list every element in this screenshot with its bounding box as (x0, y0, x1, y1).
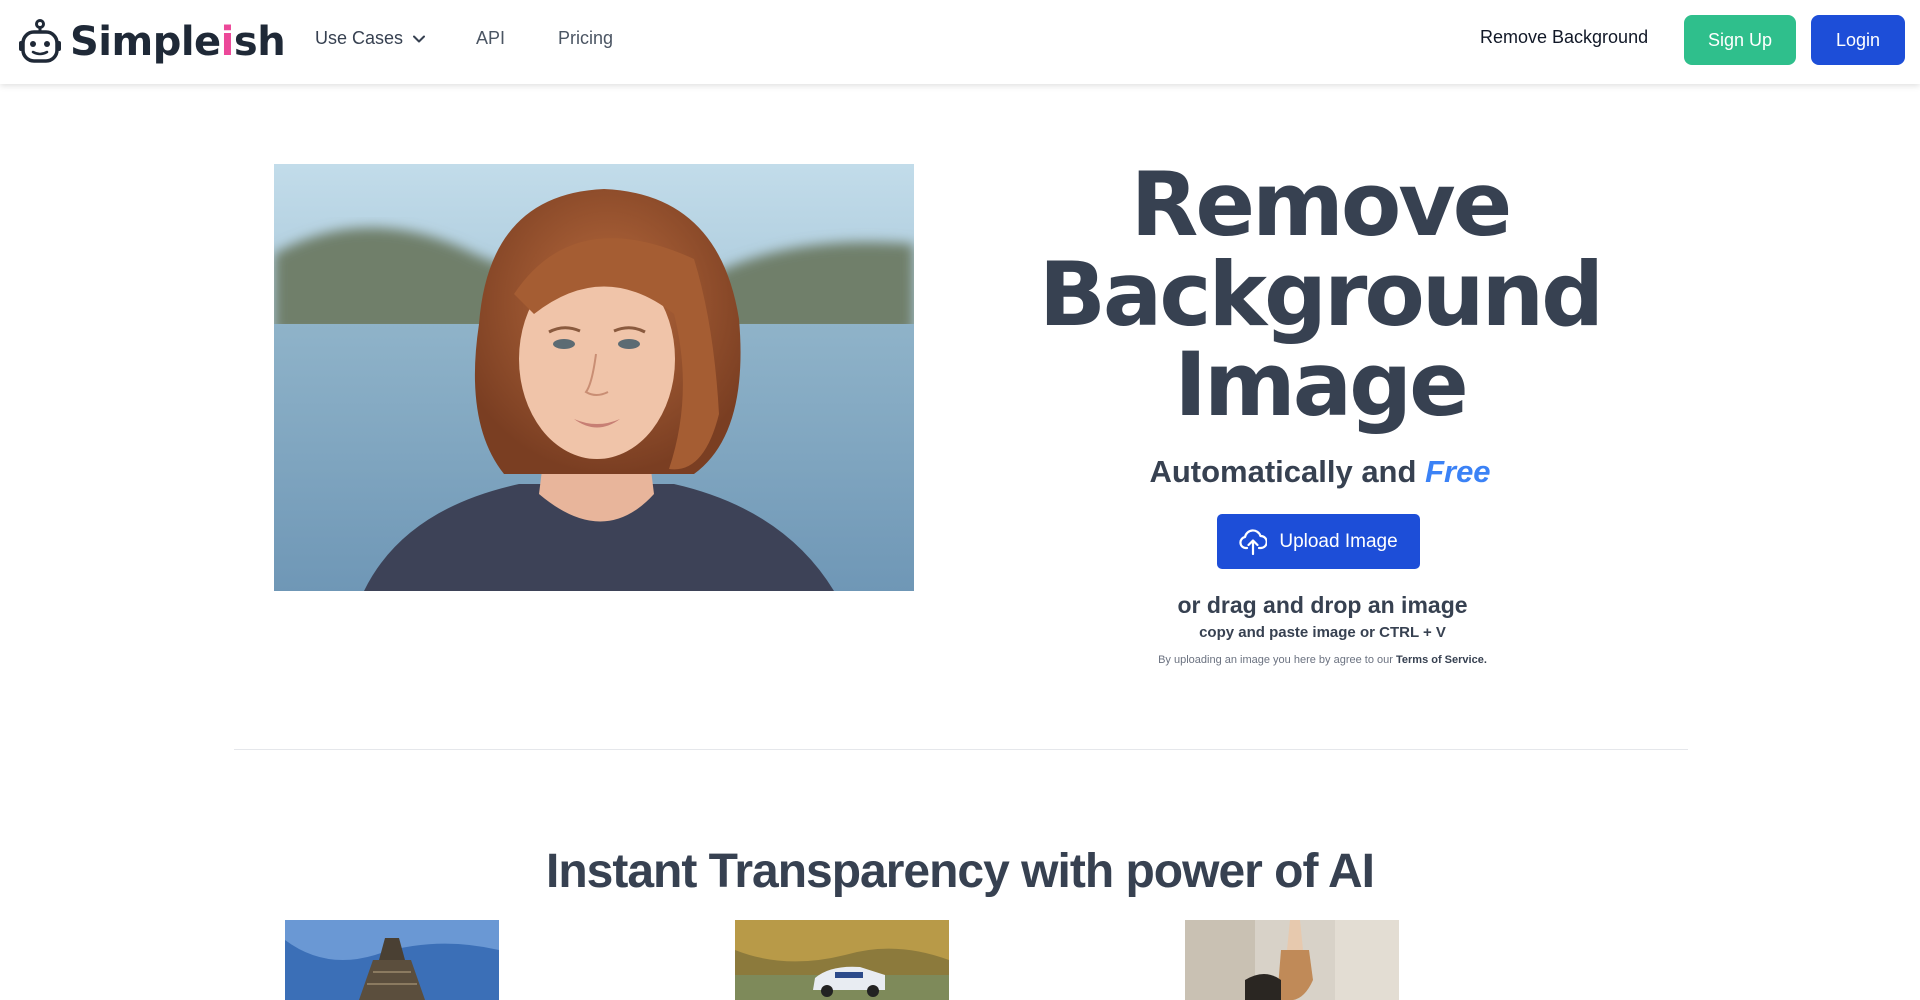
nav-pricing[interactable]: Pricing (558, 28, 613, 49)
section-divider (234, 749, 1688, 750)
hero-subtitle: Automatically and Free (1000, 454, 1640, 490)
chevron-down-icon (413, 35, 426, 42)
example-thumbnail-shoes[interactable] (1185, 920, 1399, 1000)
drag-drop-text: or drag and drop an image (1177, 592, 1468, 618)
login-button[interactable]: Login (1811, 15, 1905, 65)
hero-title-line-2: Background (1038, 243, 1604, 346)
terms-notice-prefix: By uploading an image you here by agree … (1158, 654, 1393, 666)
nav-api[interactable]: API (476, 28, 505, 49)
example-thumbnail-car[interactable] (735, 920, 949, 1000)
paste-hint-text: copy and paste image or CTRL + V (1199, 624, 1446, 641)
hero-title: Remove Background Image (1000, 160, 1640, 430)
upload-image-button[interactable]: Upload Image (1217, 514, 1420, 569)
hero-sample-photo (274, 164, 914, 591)
remove-background-link[interactable]: Remove Background (1480, 27, 1648, 48)
section-title: Instant Transparency with power of AI (545, 845, 1375, 898)
sign-up-button[interactable]: Sign Up (1684, 15, 1796, 65)
hero-title-line-1: Remove (1130, 153, 1513, 256)
nav-use-cases[interactable]: Use Cases (315, 28, 426, 49)
hero-subtitle-prefix: Automatically and (1149, 454, 1417, 489)
robot-icon (19, 19, 61, 63)
logo-link[interactable]: Simpleish (18, 16, 286, 68)
cloud-upload-icon (1239, 528, 1268, 555)
hero-subtitle-free: Free (1425, 454, 1491, 489)
terms-notice: By uploading an image you here by agree … (1000, 654, 1645, 666)
hero-title-line-3: Image (1174, 333, 1469, 436)
example-thumbnail-tower[interactable] (285, 920, 499, 1000)
terms-of-service-link[interactable]: Terms of Service. (1396, 654, 1487, 666)
top-navbar: Simpleish Use Cases API Pricing Remove B… (0, 0, 1920, 84)
upload-image-label: Upload Image (1279, 530, 1398, 552)
nav-use-cases-label: Use Cases (315, 28, 404, 48)
logo-text: Simpleish (70, 19, 286, 65)
